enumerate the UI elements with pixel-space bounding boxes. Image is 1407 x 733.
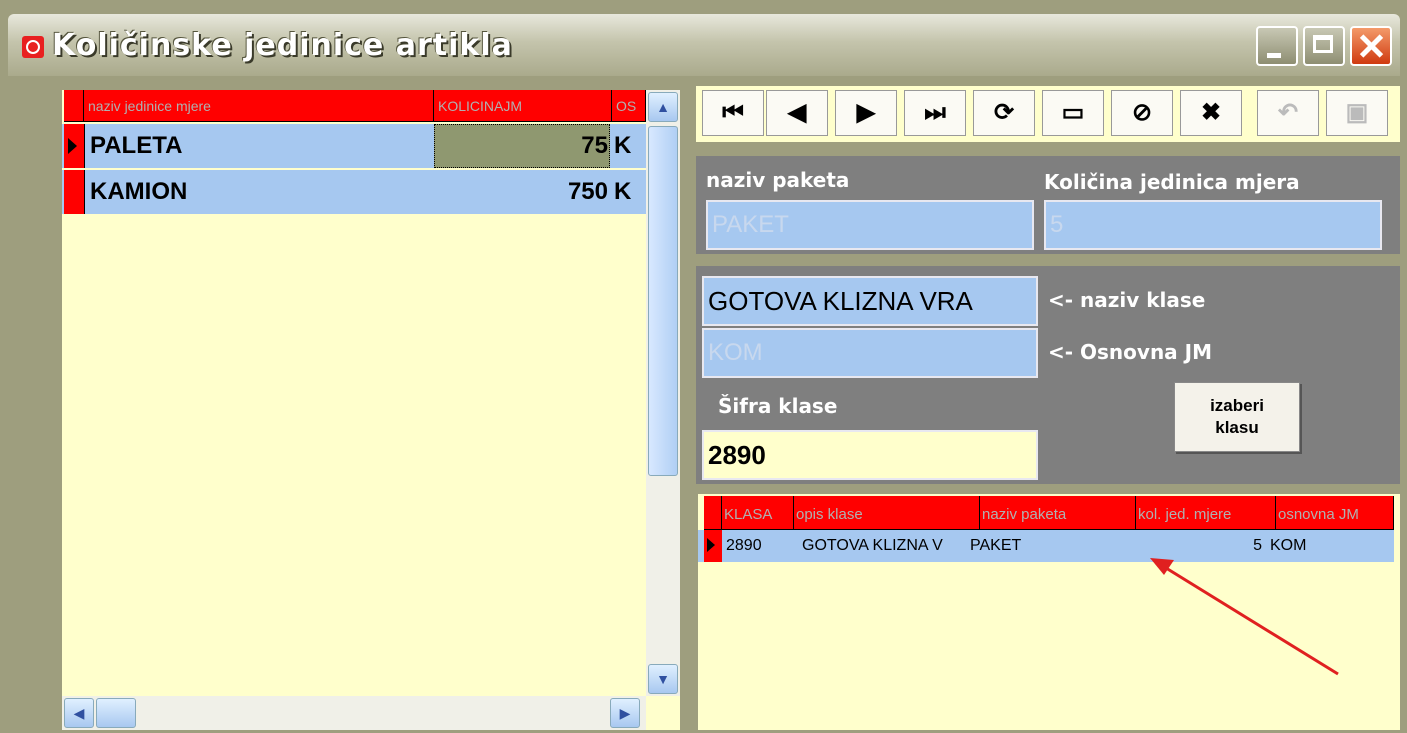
annotation-arrow	[1150, 558, 1339, 676]
app-window: Količinske jedinice artikla naziv jedini…	[0, 0, 1407, 733]
